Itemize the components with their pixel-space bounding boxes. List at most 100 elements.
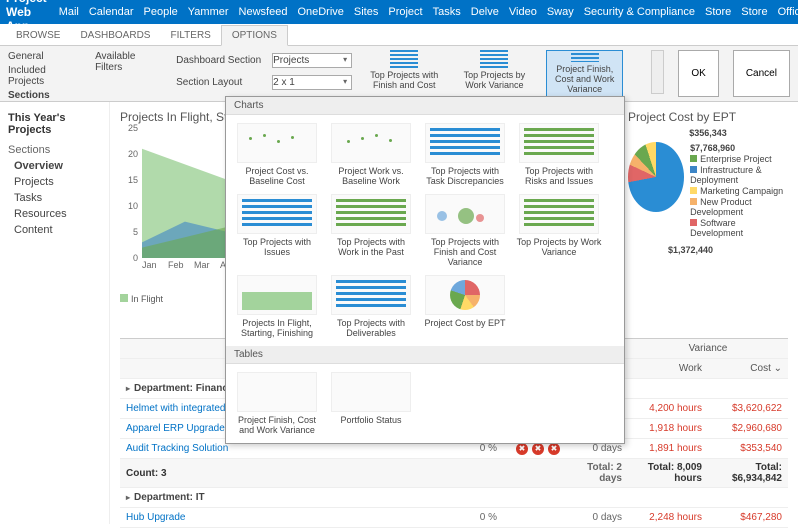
tab-options[interactable]: OPTIONS (221, 25, 288, 46)
left-header: This Year's Projects (8, 112, 101, 136)
nav-office[interactable]: Office.com (778, 6, 798, 18)
dp-tables-header: Tables (226, 346, 624, 364)
error-icon: ✖ (516, 443, 528, 455)
bar-chart-icon (390, 50, 418, 68)
ytick: 15 (128, 175, 138, 185)
total-days: Total: 2 days (573, 459, 628, 487)
ribbon-filters-col: Available Filters (95, 50, 162, 97)
dp-chart-5[interactable]: Top Projects with Work in the Past (326, 192, 416, 269)
dp-chart-7[interactable]: Top Projects by Work Variance (514, 192, 604, 269)
dp-chart-2-label: Top Projects with Task Discrepancies (426, 166, 504, 186)
ribbon-chart-3[interactable]: Project Finish, Cost and Work Variance (546, 50, 622, 97)
left-nav: This Year's Projects Sections Overview P… (0, 102, 110, 524)
dp-chart-2[interactable]: Top Projects with Task Discrepancies (420, 121, 510, 188)
dp-chart-4[interactable]: Top Projects with Issues (232, 192, 322, 269)
bar-chart-icon (480, 50, 508, 68)
error-icon: ✖ (548, 443, 560, 455)
nav-mail[interactable]: Mail (59, 6, 79, 18)
pie-icon (628, 142, 684, 212)
ok-button[interactable]: OK (678, 50, 718, 97)
pie-leg-3: New Product Development (690, 197, 752, 217)
nav-project[interactable]: Project (388, 6, 422, 18)
dp-chart-1-label: Project Work vs. Baseline Work (338, 166, 403, 186)
nav-sway[interactable]: Sway (547, 6, 574, 18)
ribbon-chart-2[interactable]: Top Projects by Work Variance (456, 50, 532, 97)
ytick: 5 (133, 227, 138, 237)
dp-table-1[interactable]: Portfolio Status (326, 370, 416, 437)
ribbon-tabs: BROWSE DASHBOARDS FILTERS OPTIONS (0, 24, 798, 46)
col-cost[interactable]: Cost ⌄ (708, 360, 788, 377)
nav-security[interactable]: Security & Compliance (584, 6, 695, 18)
xtick: Jan (142, 260, 168, 270)
bar-chart-icon (571, 53, 599, 62)
nav-resources[interactable]: Resources (8, 206, 101, 222)
dp-chart-8[interactable]: Projects In Flight, Starting, Finishing (232, 273, 322, 340)
pie-leg-2: Marketing Campaign (700, 186, 783, 196)
nav-store2[interactable]: Store (741, 6, 767, 18)
dp-chart-0[interactable]: Project Cost vs. Baseline Cost (232, 121, 322, 188)
rb-general[interactable]: General (8, 50, 81, 63)
rb-sections[interactable]: Sections (8, 89, 81, 102)
rb-available-filters[interactable]: Available Filters (95, 50, 162, 74)
dp-chart-4-label: Top Projects with Issues (243, 237, 311, 257)
dept-finance-label: Department: Finance (134, 383, 233, 394)
ribbon-chart-2-label: Top Projects by Work Variance (456, 70, 532, 90)
section-layout-dropdown[interactable]: 2 x 1 (272, 75, 352, 90)
total-work: Total: 8,009 hours (628, 459, 708, 487)
col-work[interactable]: Work (628, 360, 708, 377)
nav-tasks2[interactable]: Tasks (8, 190, 101, 206)
group-total: Count: 3 Total: 2 days Total: 8,009 hour… (120, 459, 788, 488)
ribbon-gallery-scroll[interactable] (651, 50, 664, 94)
dp-chart-10[interactable]: Project Cost by EPT (420, 273, 510, 340)
cancel-button[interactable]: Cancel (733, 50, 790, 97)
nav-store[interactable]: Store (705, 6, 731, 18)
pie-leg-4: Software Development (690, 218, 743, 238)
xtick: Mar (194, 260, 220, 270)
ribbon-chart-3-label: Project Finish, Cost and Work Variance (549, 64, 619, 94)
dashboard-section-label: Dashboard Section (176, 55, 266, 66)
dp-chart-6[interactable]: Top Projects with Finish and Cost Varian… (420, 192, 510, 269)
row-name[interactable]: Hub Upgrade (120, 509, 463, 526)
dp-chart-1[interactable]: Project Work vs. Baseline Work (326, 121, 416, 188)
section-layout-label: Section Layout (176, 77, 266, 88)
tab-browse[interactable]: BROWSE (6, 26, 70, 45)
dp-table-0[interactable]: Project Finish, Cost and Work Variance (232, 370, 322, 437)
total-cost: Total: $6,934,842 (708, 459, 788, 487)
dp-chart-3-label: Top Projects with Risks and Issues (525, 166, 593, 186)
nav-overview[interactable]: Overview (8, 158, 101, 174)
pie-callout-2: $7,768,960 (690, 143, 788, 153)
dp-chart-9-label: Top Projects with Deliverables (337, 318, 405, 338)
xtick: Feb (168, 260, 194, 270)
row-work: 1,891 hours (628, 440, 708, 457)
nav-onedrive[interactable]: OneDrive (297, 6, 343, 18)
nav-delve[interactable]: Delve (471, 6, 499, 18)
caret-icon: ▸ (126, 493, 130, 502)
group-it[interactable]: ▸Department: IT (120, 488, 788, 508)
nav-people[interactable]: People (144, 6, 178, 18)
nav-projects[interactable]: Projects (8, 174, 101, 190)
pie-callout-1: $356,343 (628, 128, 788, 138)
caret-icon: ▸ (126, 384, 130, 393)
nav-calendar[interactable]: Calendar (89, 6, 134, 18)
nav-sites[interactable]: Sites (354, 6, 378, 18)
ribbon: General Included Projects Sections Avail… (0, 46, 798, 102)
dashboard-section-dropdown[interactable]: Projects (272, 53, 352, 68)
nav-yammer[interactable]: Yammer (188, 6, 229, 18)
left-section-label: Sections (8, 144, 101, 156)
dp-chart-3[interactable]: Top Projects with Risks and Issues (514, 121, 604, 188)
nav-tasks[interactable]: Tasks (433, 6, 461, 18)
dp-chart-7-label: Top Projects by Work Variance (517, 237, 602, 257)
rb-included[interactable]: Included Projects (8, 64, 81, 88)
tab-dashboards[interactable]: DASHBOARDS (70, 26, 160, 45)
nav-newsfeed[interactable]: Newsfeed (239, 6, 288, 18)
row-cost: $353,540 (708, 440, 788, 457)
nav-content[interactable]: Content (8, 222, 101, 238)
row-days: 0 days (573, 509, 628, 526)
ytick: 25 (128, 123, 138, 133)
tab-filters[interactable]: FILTERS (160, 26, 220, 45)
nav-video[interactable]: Video (509, 6, 537, 18)
ribbon-chart-1[interactable]: Top Projects with Finish and Cost (366, 50, 442, 97)
legend-inflight: In Flight (131, 294, 163, 304)
dp-chart-9[interactable]: Top Projects with Deliverables (326, 273, 416, 340)
pie-title: Project Cost by EPT (628, 110, 788, 124)
